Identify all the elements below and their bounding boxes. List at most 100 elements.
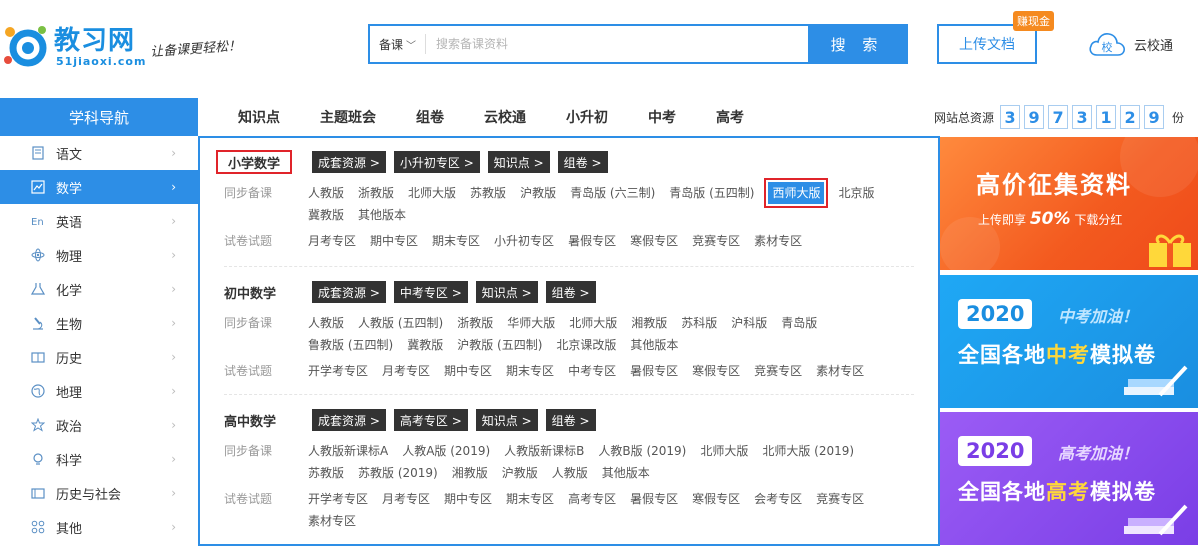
nav-link-class-meeting[interactable]: 主题班会 [300,98,396,136]
edition-link[interactable]: 北师大版 [569,312,617,334]
edition-link[interactable]: 人教A版 (2019) [402,440,490,462]
tag-compose-paper[interactable]: 组卷 > [545,281,596,303]
tag-knowledge[interactable]: 知识点 > [475,409,538,431]
site-logo[interactable]: 教习网 51jiaoxi.com 让备课更轻松！ [0,18,270,74]
nav-link-compose-paper[interactable]: 组卷 [396,98,464,136]
banner-collect-materials[interactable]: 高价征集资料 上传即享 50% 下载分红 [940,137,1198,270]
edition-link[interactable]: 北京版 [838,182,874,204]
section-title[interactable]: 小学数学 [216,150,292,174]
edition-link[interactable]: 苏科版 [681,312,717,334]
edition-link[interactable]: 苏教版 [308,462,344,484]
sidebar-item-math[interactable]: 数学 › [0,170,198,204]
tag-compose-paper[interactable]: 组卷 > [545,409,596,431]
section-title[interactable]: 初中数学 [224,280,312,304]
sidebar-item-chinese[interactable]: 语文 › [0,136,198,170]
test-link[interactable]: 期末专区 [432,230,480,252]
test-link[interactable]: 期中专区 [444,488,492,510]
test-link[interactable]: 高考专区 [568,488,616,510]
test-link[interactable]: 暑假专区 [630,360,678,382]
edition-link[interactable]: 人教B版 (2019) [598,440,686,462]
edition-link[interactable]: 北师大版 [408,182,456,204]
test-link[interactable]: 寒假专区 [692,360,740,382]
edition-link[interactable]: 沪教版 [520,182,556,204]
edition-link[interactable]: 浙教版 [457,312,493,334]
nav-link-yunxiaotong[interactable]: 云校通 [464,98,546,136]
test-link[interactable]: 期中专区 [370,230,418,252]
tag-complete-resources[interactable]: 成套资源 > [312,409,386,431]
search-input[interactable] [426,26,808,62]
test-link[interactable]: 竞赛专区 [816,488,864,510]
edition-link[interactable]: 湘教版 [452,462,488,484]
test-link[interactable]: 月考专区 [308,230,356,252]
section-title[interactable]: 高中数学 [224,408,312,432]
nav-link-gaokao[interactable]: 高考 [696,98,764,136]
edition-link[interactable]: 人教版 [552,462,588,484]
edition-link[interactable]: 沪科版 [731,312,767,334]
sidebar-item-chemistry[interactable]: 化学 › [0,272,198,306]
test-link[interactable]: 素材专区 [754,230,802,252]
test-link[interactable]: 会考专区 [754,488,802,510]
test-link[interactable]: 中考专区 [568,360,616,382]
nav-link-zhongkao[interactable]: 中考 [628,98,696,136]
sidebar-item-english[interactable]: En 英语 › [0,204,198,238]
tag-compose-paper[interactable]: 组卷 > [557,151,608,173]
nav-link-knowledge[interactable]: 知识点 [218,98,300,136]
sidebar-item-history-society[interactable]: 历史与社会 › [0,476,198,510]
edition-link[interactable]: 华师大版 [507,312,555,334]
yunxiaotong-link[interactable]: 校 云校通 [1088,31,1173,57]
edition-link[interactable]: 青岛版 (五四制) [669,182,754,204]
test-link[interactable]: 竞赛专区 [754,360,802,382]
search-category-select[interactable]: 备课 ﹀ [370,34,426,54]
tag-complete-resources[interactable]: 成套资源 > [312,281,386,303]
test-link[interactable]: 暑假专区 [568,230,616,252]
banner-zhongkao-mock[interactable]: 2020 中考加油！ 全国各地中考模拟卷 [940,275,1198,408]
edition-link[interactable]: 青岛版 [781,312,817,334]
sidebar-item-other[interactable]: 其他 › [0,510,198,544]
edition-link-selected[interactable]: 西师大版 [764,178,829,208]
tag-knowledge[interactable]: 知识点 > [487,151,550,173]
edition-link[interactable]: 人教版 [308,182,344,204]
test-link[interactable]: 小升初专区 [494,230,554,252]
test-link[interactable]: 素材专区 [308,510,356,532]
tag-knowledge[interactable]: 知识点 > [475,281,538,303]
test-link[interactable]: 期末专区 [506,488,554,510]
tag-zhongkao[interactable]: 中考专区 > [393,281,468,303]
banner-gaokao-mock[interactable]: 2020 高考加油！ 全国各地高考模拟卷 [940,412,1198,545]
nav-link-xiaoshengchu[interactable]: 小升初 [546,98,628,136]
edition-link[interactable]: 湘教版 [631,312,667,334]
edition-link[interactable]: 苏教版 [470,182,506,204]
edition-link[interactable]: 北师大版 (2019) [762,440,854,462]
sidebar-item-geography[interactable]: 地理 › [0,374,198,408]
test-link[interactable]: 开学考专区 [308,488,368,510]
tag-complete-resources[interactable]: 成套资源 > [312,151,386,173]
edition-link[interactable]: 冀教版 [308,204,344,226]
tag-gaokao[interactable]: 高考专区 > [393,409,468,431]
edition-link[interactable]: 其他版本 [358,204,406,226]
edition-link[interactable]: 人教版 (五四制) [358,312,443,334]
test-link[interactable]: 开学考专区 [308,360,368,382]
edition-link[interactable]: 人教版 [308,312,344,334]
sidebar-item-science[interactable]: 科学 › [0,442,198,476]
search-button[interactable]: 搜 索 [808,26,906,62]
test-link[interactable]: 月考专区 [382,360,430,382]
test-link[interactable]: 寒假专区 [630,230,678,252]
test-link[interactable]: 寒假专区 [692,488,740,510]
edition-link[interactable]: 青岛版 (六三制) [570,182,655,204]
tag-xiaoshengchu[interactable]: 小升初专区 > [393,151,480,173]
edition-link[interactable]: 鲁教版 (五四制) [308,334,393,356]
test-link[interactable]: 素材专区 [816,360,864,382]
test-link[interactable]: 期中专区 [444,360,492,382]
sidebar-item-history[interactable]: 历史 › [0,340,198,374]
sidebar-item-politics[interactable]: 政治 › [0,408,198,442]
edition-link[interactable]: 浙教版 [358,182,394,204]
test-link[interactable]: 暑假专区 [630,488,678,510]
edition-link[interactable]: 苏教版 (2019) [358,462,438,484]
edition-link[interactable]: 人教版新课标B [504,440,584,462]
edition-link[interactable]: 沪教版 (五四制) [457,334,542,356]
edition-link[interactable]: 冀教版 [407,334,443,356]
edition-link[interactable]: 北京课改版 [556,334,616,356]
test-link[interactable]: 月考专区 [382,488,430,510]
edition-link[interactable]: 其他版本 [602,462,650,484]
test-link[interactable]: 竞赛专区 [692,230,740,252]
sidebar-item-physics[interactable]: 物理 › [0,238,198,272]
